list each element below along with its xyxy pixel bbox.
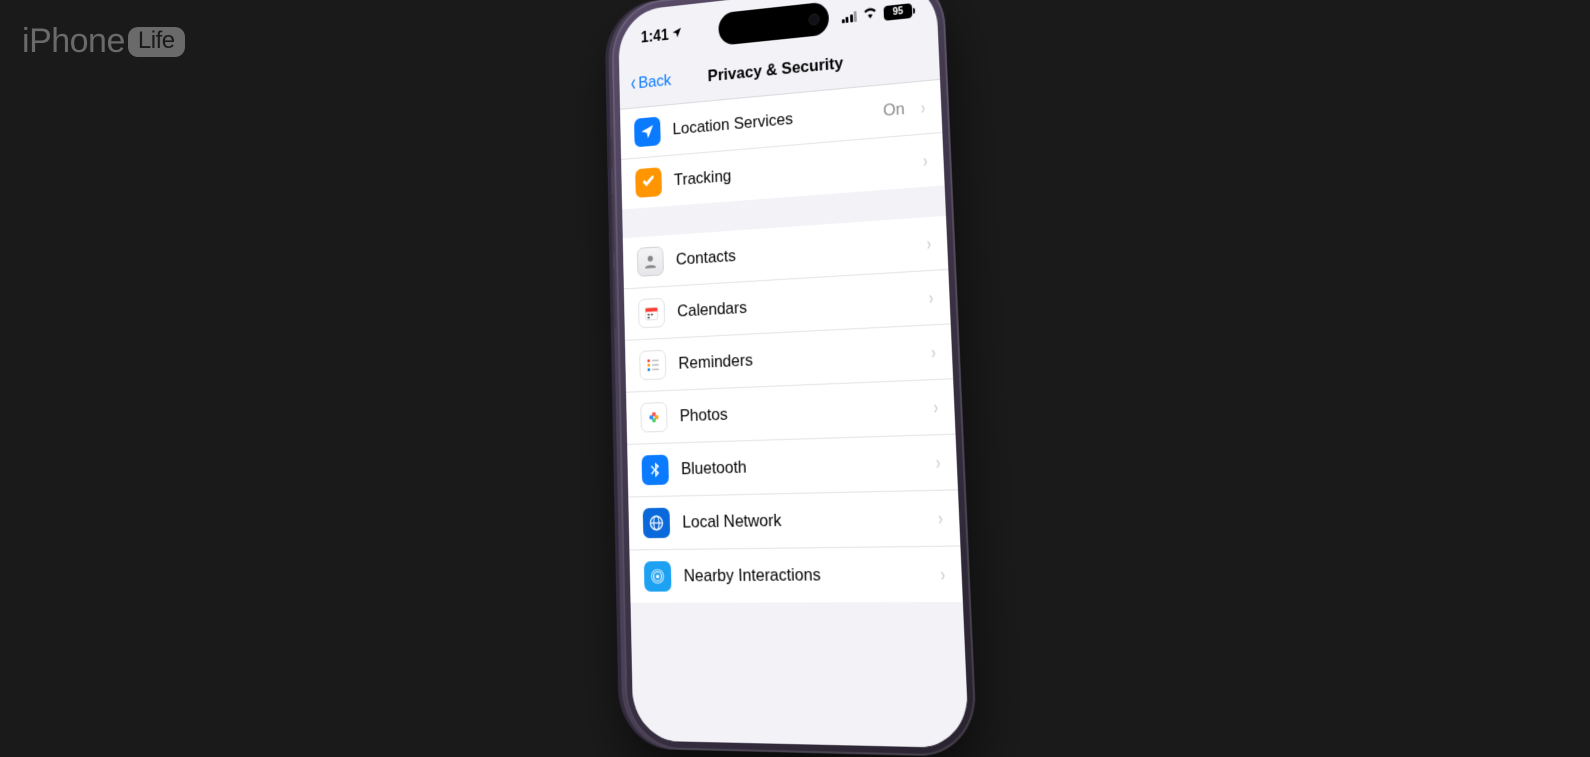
chevron-right-icon: › — [935, 451, 940, 473]
chevron-left-icon: ‹ — [631, 72, 636, 95]
row-label: Calendars — [677, 288, 915, 321]
row-local-network[interactable]: Local Network › — [628, 490, 960, 550]
local-network-icon — [643, 508, 671, 539]
row-label: Contacts — [676, 234, 913, 269]
row-label: Location Services — [672, 102, 870, 139]
contacts-icon — [637, 246, 664, 277]
chevron-right-icon: › — [931, 341, 936, 363]
volume-down-button — [610, 269, 616, 329]
nearby-interactions-icon — [644, 561, 672, 592]
volume-up-button — [609, 194, 615, 254]
row-value: On — [883, 99, 905, 121]
photos-icon — [640, 402, 667, 433]
settings-content: Location Services On › Tracking › — [620, 80, 969, 748]
row-label: Local Network — [682, 508, 924, 533]
status-time: 1:41 — [641, 27, 669, 47]
chevron-right-icon: › — [926, 233, 931, 255]
phone-stage: 1:41 95 ‹ — [600, 0, 968, 740]
bluetooth-icon — [642, 455, 669, 486]
settings-group-app-permissions: Contacts › Calendars › — [623, 216, 963, 603]
row-label: Reminders — [678, 343, 917, 374]
row-label: Tracking — [674, 152, 910, 190]
row-label: Nearby Interactions — [684, 564, 927, 586]
chevron-right-icon: › — [920, 97, 925, 118]
row-bluetooth[interactable]: Bluetooth › — [627, 435, 958, 498]
chevron-right-icon: › — [940, 563, 945, 585]
logo-box: Life — [128, 27, 185, 57]
chevron-right-icon: › — [928, 287, 933, 309]
iphone-device-frame: 1:41 95 ‹ — [611, 0, 978, 757]
back-label: Back — [638, 70, 671, 92]
location-services-icon — [634, 117, 661, 148]
chevron-right-icon: › — [938, 507, 943, 529]
tracking-icon — [635, 167, 662, 198]
reminders-icon — [639, 350, 666, 381]
location-arrow-icon — [671, 26, 683, 42]
dynamic-island — [718, 1, 829, 45]
row-label: Photos — [680, 397, 920, 426]
row-nearby-interactions[interactable]: Nearby Interactions › — [629, 547, 962, 603]
battery-icon: 95 — [883, 3, 912, 21]
mute-switch — [608, 137, 614, 170]
cellular-signal-icon — [841, 11, 857, 23]
calendars-icon — [638, 298, 665, 329]
chevron-right-icon: › — [923, 150, 928, 171]
back-button[interactable]: ‹ Back — [630, 68, 672, 95]
row-label: Bluetooth — [681, 452, 922, 479]
chevron-right-icon: › — [933, 396, 938, 418]
iphone-life-logo: iPhone Life — [22, 22, 185, 61]
wifi-icon — [862, 5, 879, 24]
